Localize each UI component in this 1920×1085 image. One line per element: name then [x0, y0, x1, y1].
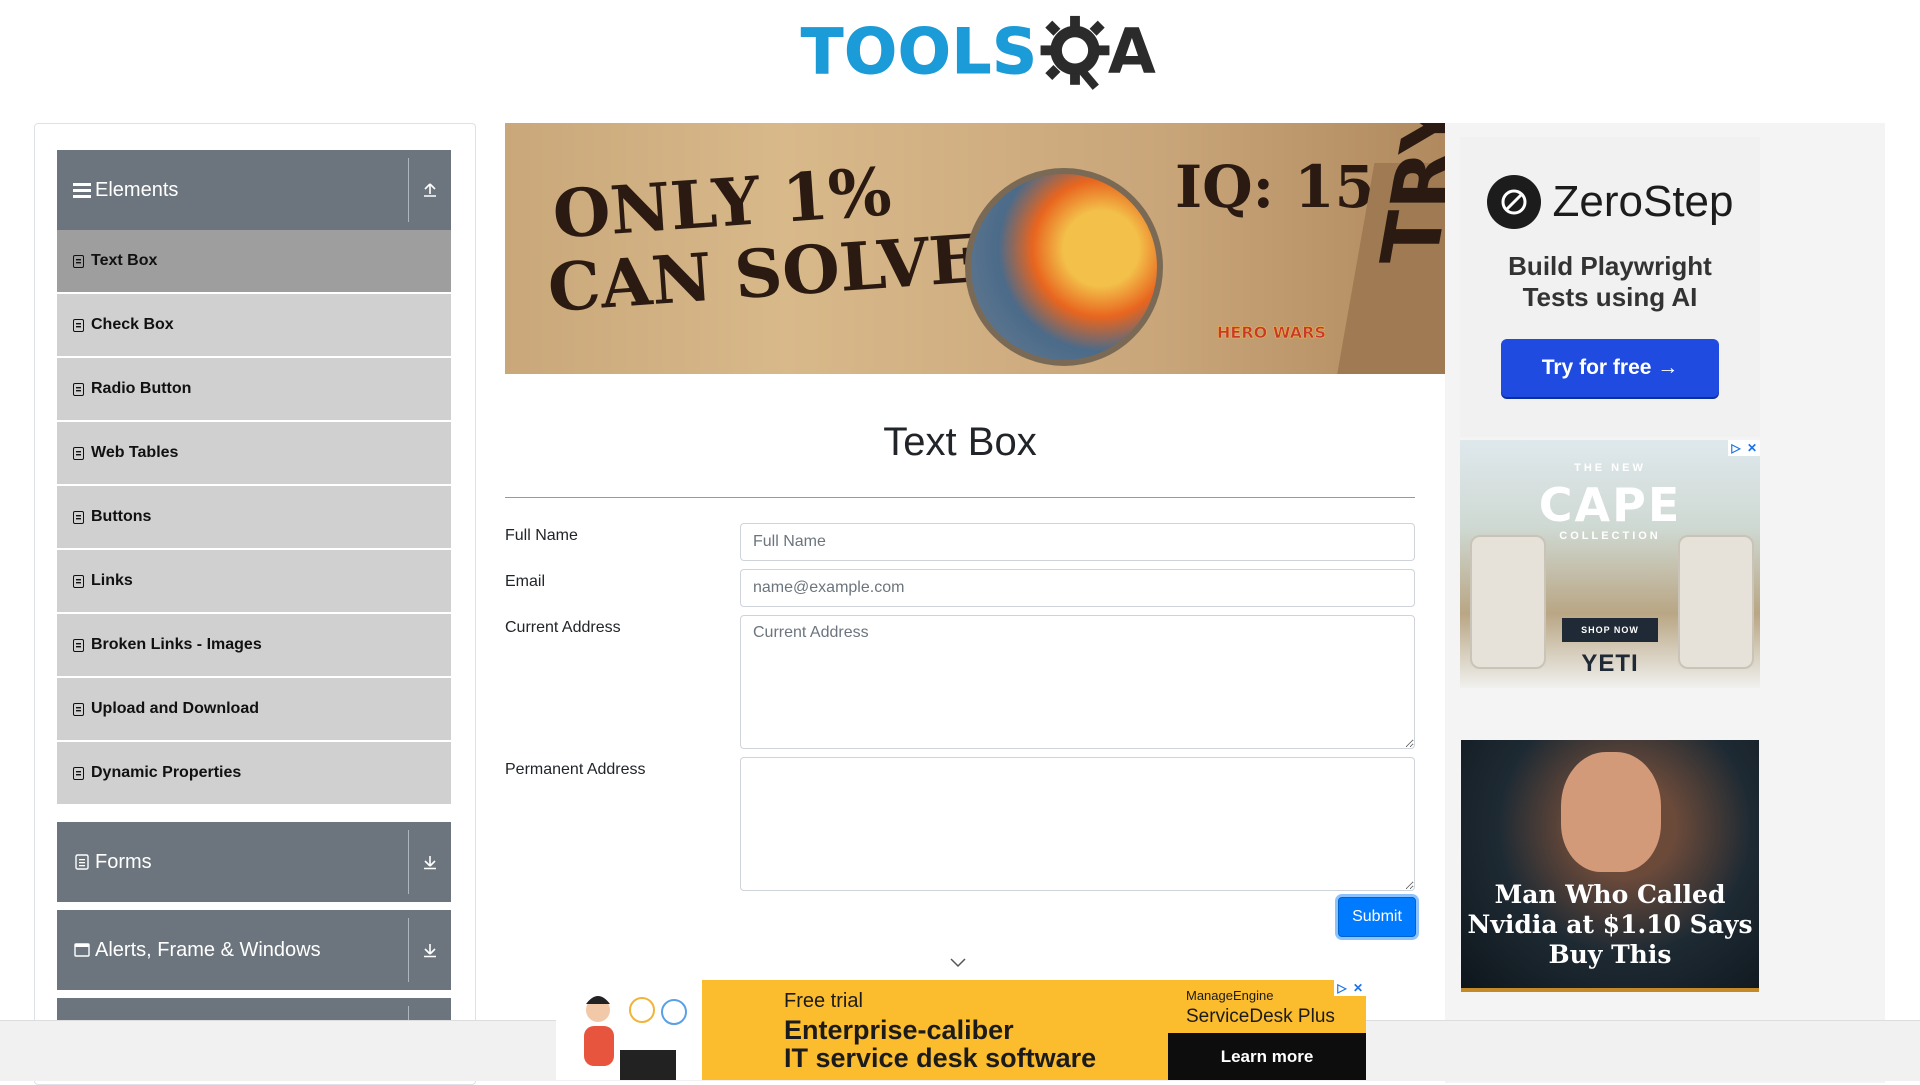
- menu-item-label: Web Tables: [91, 444, 179, 461]
- cooler-image: [1678, 535, 1754, 669]
- email-input[interactable]: [740, 569, 1415, 607]
- banner-brand: HERO WARS: [1217, 323, 1326, 343]
- zerostep-ad[interactable]: ZeroStep Build Playwright Tests using AI…: [1460, 137, 1760, 437]
- permanent-address-input[interactable]: [740, 757, 1415, 891]
- menu-item-dynamic-properties[interactable]: Dynamic Properties: [57, 742, 451, 804]
- list-icon: [73, 446, 85, 460]
- close-icon[interactable]: ✕: [1350, 980, 1366, 996]
- menu-item-upload-download[interactable]: Upload and Download: [57, 678, 451, 740]
- gear-q-icon: [1040, 15, 1110, 90]
- person-image: [1561, 752, 1661, 872]
- menu-item-web-tables[interactable]: Web Tables: [57, 422, 451, 484]
- ad-illustration: [556, 980, 702, 1080]
- ad-vendor: ManageEngine: [1186, 988, 1274, 1003]
- full-name-input[interactable]: [740, 523, 1415, 561]
- yeti-pre: THE NEW: [1574, 462, 1646, 474]
- collapse-up-icon[interactable]: [409, 150, 451, 230]
- banner-headline: ONLY 1% CAN SOLVE!: [545, 147, 1011, 327]
- current-address-input[interactable]: [740, 615, 1415, 749]
- zerostep-tagline: Build Playwright Tests using AI: [1508, 251, 1712, 313]
- group-forms[interactable]: Forms: [57, 822, 451, 902]
- email-label: Email: [505, 573, 546, 590]
- list-icon: [73, 382, 85, 396]
- yeti-shop-button[interactable]: SHOP NOW: [1562, 618, 1658, 642]
- menu-item-radio-button[interactable]: Radio Button: [57, 358, 451, 420]
- ad-choices[interactable]: ▷ ✕: [1334, 980, 1366, 996]
- menu-item-buttons[interactable]: Buttons: [57, 486, 451, 548]
- full-name-label: Full Name: [505, 527, 578, 544]
- menu-item-label: Check Box: [91, 316, 174, 333]
- menu-item-broken-links[interactable]: Broken Links - Images: [57, 614, 451, 676]
- yeti-brand: YETI: [1581, 650, 1639, 677]
- banner-puzzle-image: [965, 168, 1163, 366]
- list-icon: [73, 318, 85, 332]
- list-icon: [73, 766, 85, 780]
- ad-info-icon[interactable]: ▷: [1334, 980, 1350, 996]
- ad-info-icon[interactable]: ▷: [1728, 440, 1744, 456]
- list-icon: [73, 702, 85, 716]
- banner-try: TRY: [1364, 123, 1445, 263]
- ad-headline-line2: IT service desk software: [784, 1043, 1097, 1074]
- bottom-ad[interactable]: Free trial Enterprise-caliber IT service…: [556, 980, 1366, 1080]
- list-icon: [73, 254, 85, 268]
- menu-item-links[interactable]: Links: [57, 550, 451, 612]
- zerostep-logo-icon: [1486, 175, 1541, 229]
- permanent-address-label: Permanent Address: [505, 761, 646, 778]
- menu-item-label: Text Box: [91, 252, 158, 269]
- ad-learn-more-button[interactable]: Learn more: [1168, 1033, 1366, 1080]
- menu-item-label: Links: [91, 572, 133, 589]
- zerostep-brand: ZeroStep: [1552, 177, 1734, 226]
- list-icon: [73, 638, 85, 652]
- banner-ad[interactable]: ONLY 1% CAN SOLVE! IQ: 155 HERO WARS TRY: [505, 123, 1445, 374]
- title-divider: [505, 497, 1415, 498]
- yeti-ad[interactable]: ▷ ✕ THE NEW CAPE COLLECTION SHOP NOW YET…: [1460, 440, 1760, 688]
- group-forms-label: Forms: [95, 850, 152, 873]
- nvidia-ad-text: Man Who Called Nvidia at $1.10 Says Buy …: [1467, 880, 1753, 969]
- expand-down-icon[interactable]: [409, 910, 451, 990]
- cooler-image: [1470, 535, 1546, 669]
- page-title: Text Box: [883, 420, 1037, 464]
- logo-a-text: A: [1107, 15, 1156, 88]
- nvidia-ad[interactable]: Man Who Called Nvidia at $1.10 Says Buy …: [1461, 740, 1759, 992]
- current-address-label: Current Address: [505, 619, 621, 636]
- menu-item-label: Dynamic Properties: [91, 764, 242, 781]
- ad-headline-line1: Enterprise-caliber: [784, 1015, 1014, 1045]
- menu-item-label: Broken Links - Images: [91, 636, 262, 653]
- ad-choices[interactable]: ▷ ✕: [1728, 440, 1760, 456]
- menu-item-label: Radio Button: [91, 380, 192, 397]
- ad-product: ServiceDesk Plus: [1186, 1006, 1335, 1027]
- list-icon: [73, 510, 85, 524]
- yeti-name: CAPE: [1538, 478, 1682, 532]
- menu-item-label: Buttons: [91, 508, 152, 525]
- group-elements-label: Elements: [95, 178, 179, 201]
- group-alerts-frame-windows[interactable]: Alerts, Frame & Windows: [57, 910, 451, 990]
- close-icon[interactable]: ✕: [1744, 440, 1760, 456]
- window-icon: [73, 941, 91, 959]
- expand-down-icon[interactable]: [409, 822, 451, 902]
- menu-item-text-box[interactable]: Text Box: [57, 230, 451, 292]
- site-logo[interactable]: TOOLS A: [801, 14, 1156, 90]
- left-panel: Elements Text Box Check Box Radio Button…: [34, 123, 476, 1085]
- list-icon: [73, 574, 85, 588]
- submit-button[interactable]: Submit: [1338, 897, 1416, 937]
- chevron-down-icon[interactable]: [950, 958, 966, 968]
- group-elements[interactable]: Elements: [57, 150, 451, 230]
- document-icon: [73, 853, 91, 871]
- hamburger-icon: [73, 181, 91, 199]
- yeti-post: COLLECTION: [1559, 530, 1661, 542]
- group-alerts-label: Alerts, Frame & Windows: [95, 938, 321, 961]
- menu-item-check-box[interactable]: Check Box: [57, 294, 451, 356]
- ad-headline: Enterprise-caliber IT service desk softw…: [784, 1016, 1096, 1073]
- zerostep-cta-button[interactable]: Try for free →: [1501, 339, 1719, 398]
- logo-tools-text: TOOLS: [801, 15, 1038, 88]
- ad-free-trial: Free trial: [784, 990, 863, 1012]
- menu-item-label: Upload and Download: [91, 700, 259, 717]
